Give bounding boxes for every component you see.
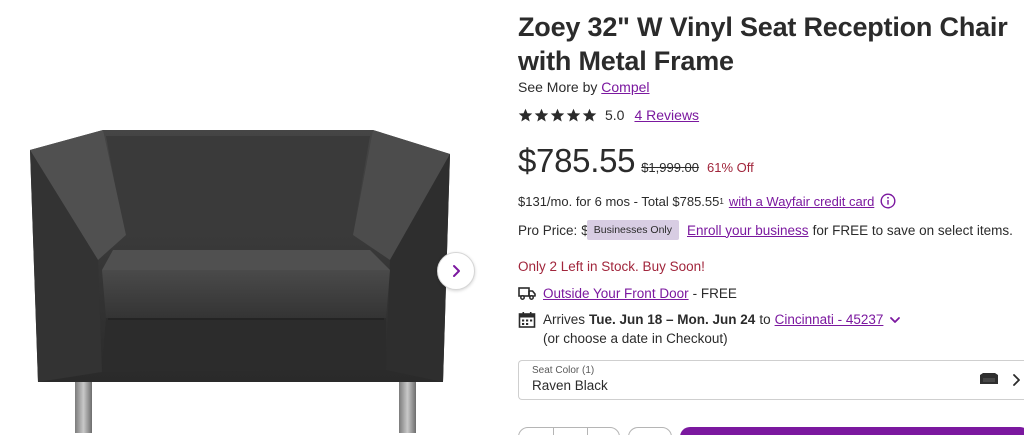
star-icon xyxy=(534,108,549,121)
checkout-note: (or choose a date in Checkout) xyxy=(543,331,728,346)
arrives-prefix: Arrives xyxy=(543,312,586,327)
quantity-stepper[interactable] xyxy=(518,427,620,435)
product-info: Zoey 32" W Vinyl Seat Reception Chair wi… xyxy=(518,0,1024,435)
info-icon[interactable] xyxy=(880,193,896,209)
rating-value: 5.0 xyxy=(605,107,625,123)
financing-footnote: 1 xyxy=(719,196,724,206)
chevron-right-icon xyxy=(453,265,460,277)
star-icon xyxy=(582,108,597,121)
delivery-row: Outside Your Front Door - FREE xyxy=(518,284,737,302)
brand-link[interactable]: Compel xyxy=(601,79,649,95)
financing-row: $131/mo. for 6 mos - Total $785.55 1 with… xyxy=(518,193,896,209)
product-gallery xyxy=(0,0,490,435)
product-title: Zoey 32" W Vinyl Seat Reception Chair wi… xyxy=(518,12,1008,76)
color-swatch xyxy=(980,373,998,384)
stock-status: Only 2 Left in Stock. Buy Soon! xyxy=(518,259,705,274)
arrival-line: Arrives Tue. Jun 18 – Mon. Jun 24 to Cin… xyxy=(518,310,901,329)
star-icon xyxy=(566,108,581,121)
product-image[interactable] xyxy=(18,120,458,435)
pro-price-label: Pro Price: xyxy=(518,222,578,238)
seat-color-value: Raven Black xyxy=(532,378,608,393)
pro-price-row: Pro Price: $ Businesses Only Enroll your… xyxy=(518,219,1013,241)
sale-price: $785.55 xyxy=(518,142,636,179)
star-icon xyxy=(550,108,565,121)
chevron-right-icon xyxy=(1013,374,1020,386)
calendar-icon xyxy=(518,311,536,329)
rating-stars xyxy=(518,108,597,123)
seat-color-label: Seat Color (1) xyxy=(532,365,595,376)
delivery-cost: - FREE xyxy=(692,285,737,301)
star-icon xyxy=(518,108,533,121)
truck-icon xyxy=(518,284,536,302)
credit-card-link[interactable]: with a Wayfair credit card xyxy=(729,194,874,209)
rating-row: 5.0 4 Reviews xyxy=(518,106,699,124)
financing-text: $131/mo. for 6 mos - Total $785.55 xyxy=(518,193,720,209)
pro-price-note: for FREE to save on select items. xyxy=(812,222,1013,238)
next-image-button[interactable] xyxy=(437,252,475,290)
reviews-link[interactable]: 4 Reviews xyxy=(634,107,699,123)
arrival-block: Arrives Tue. Jun 18 – Mon. Jun 24 to Cin… xyxy=(518,310,901,348)
discount-label: 61% Off xyxy=(707,160,754,175)
stepper-divider xyxy=(587,428,588,435)
price-row: $785.55 $1,999.00 61% Off xyxy=(518,142,754,180)
stepper-divider xyxy=(553,428,554,435)
businesses-only-badge: Businesses Only xyxy=(586,220,679,240)
seat-color-select[interactable]: Seat Color (1) Raven Black xyxy=(518,360,1024,400)
zip-code-link[interactable]: Cincinnati - 45237 xyxy=(775,310,884,329)
arrival-to: to xyxy=(759,312,771,327)
favorite-button[interactable] xyxy=(628,427,672,435)
see-more-prefix: See More by xyxy=(518,79,598,95)
enroll-business-link[interactable]: Enroll your business xyxy=(687,223,809,238)
add-to-cart-button[interactable] xyxy=(680,427,1024,435)
delivery-option-link[interactable]: Outside Your Front Door xyxy=(543,286,689,301)
see-more-row: See More by Compel xyxy=(518,79,650,95)
original-price: $1,999.00 xyxy=(641,160,700,175)
chevron-down-icon[interactable] xyxy=(889,314,901,326)
arrival-dates: Tue. Jun 18 – Mon. Jun 24 xyxy=(589,312,756,327)
